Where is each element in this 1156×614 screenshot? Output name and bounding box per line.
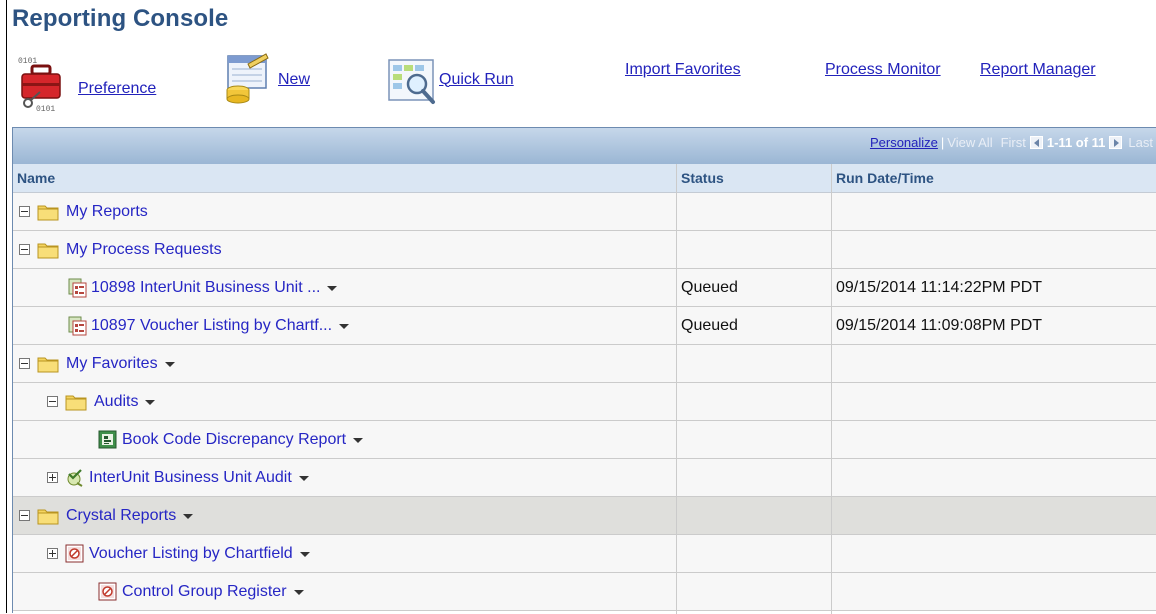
column-header-run-date: Run Date/Time xyxy=(836,170,934,186)
nav-separator: | xyxy=(940,135,945,150)
tree-row: InterUnit Business Unit Audit xyxy=(13,459,1156,497)
collapse-icon[interactable] xyxy=(19,244,30,255)
tree-row: Book Code Discrepancy Report xyxy=(13,421,1156,459)
tree-row: My Favorites xyxy=(13,345,1156,383)
collapse-icon[interactable] xyxy=(19,510,30,521)
action-menu-icon[interactable] xyxy=(353,438,364,443)
folder-icon xyxy=(37,355,59,373)
tree-node: Book Code Discrepancy Report xyxy=(98,421,364,458)
first-label: First xyxy=(1000,135,1026,150)
tree-row: My Reports xyxy=(13,193,1156,231)
folder-icon xyxy=(37,203,59,221)
tree-node-link[interactable]: My Process Requests xyxy=(66,241,222,259)
folder-icon xyxy=(37,507,59,525)
action-menu-icon[interactable] xyxy=(299,552,310,557)
column-divider-status xyxy=(676,164,677,614)
action-menu-icon[interactable] xyxy=(145,400,156,405)
tree-node: 10897 Voucher Listing by Chartf... xyxy=(68,307,350,344)
next-page-icon xyxy=(1109,136,1123,149)
new-link[interactable]: New xyxy=(278,71,310,89)
quick-run-tool[interactable]: Quick Run xyxy=(387,56,514,111)
column-header-status: Status xyxy=(681,170,724,186)
process-request-icon xyxy=(68,278,87,298)
tree-row: Audits xyxy=(13,383,1156,421)
left-frame-border xyxy=(6,0,7,613)
action-menu-icon[interactable] xyxy=(183,514,194,519)
tree-node: My Favorites xyxy=(19,345,175,382)
tree-node-link[interactable]: Voucher Listing by Chartfield xyxy=(89,545,293,563)
import-favorites-link[interactable]: Import Favorites xyxy=(625,61,741,79)
tree-node: Crystal Reports xyxy=(19,497,194,534)
report-tree-grid: Personalize | View All First 1-11 of 11 … xyxy=(12,127,1156,614)
svg-text:0101: 0101 xyxy=(36,105,55,112)
tree-node-link[interactable]: Crystal Reports xyxy=(66,507,176,525)
audit-icon xyxy=(65,468,85,488)
view-all-link: View All xyxy=(947,135,993,150)
tree-row: Voucher Listing by Chartfield xyxy=(13,535,1156,573)
action-menu-icon[interactable] xyxy=(339,324,350,329)
last-label: Last xyxy=(1128,135,1153,150)
tree-row: My Process Requests xyxy=(13,231,1156,269)
previous-page-icon xyxy=(1029,136,1043,149)
tree-node-link[interactable]: My Reports xyxy=(66,203,148,221)
tree-row: 10898 InterUnit Business Unit ... Queued 0… xyxy=(13,269,1156,307)
action-menu-icon[interactable] xyxy=(164,362,175,367)
expand-icon[interactable] xyxy=(47,472,58,483)
action-menu-icon[interactable] xyxy=(293,590,304,595)
preference-link[interactable]: Preference xyxy=(78,80,156,98)
process-request-icon xyxy=(68,316,87,336)
preference-tool[interactable]: 0101 0101 Preference xyxy=(16,54,156,117)
tree-node-link[interactable]: Book Code Discrepancy Report xyxy=(122,431,346,449)
folder-icon xyxy=(65,393,87,411)
tree-node-link[interactable]: InterUnit Business Unit Audit xyxy=(89,469,292,487)
quick-run-link[interactable]: Quick Run xyxy=(439,71,514,89)
tree-row: 10897 Voucher Listing by Chartf... Queued… xyxy=(13,307,1156,345)
tree-row: Control Group Register xyxy=(13,573,1156,611)
collapse-icon[interactable] xyxy=(47,396,58,407)
row-range: 1-11 of 11 xyxy=(1046,135,1106,150)
status-cell: Queued xyxy=(681,317,738,334)
action-menu-icon[interactable] xyxy=(327,286,338,291)
tree-row: Crystal Reports xyxy=(13,497,1156,535)
grid-header-row: Name Status Run Date/Time xyxy=(13,164,1156,193)
tree-node: 10898 InterUnit Business Unit ... xyxy=(68,269,338,306)
new-tool[interactable]: New xyxy=(222,52,310,109)
collapse-icon[interactable] xyxy=(19,358,30,369)
folder-icon xyxy=(37,241,59,259)
tree-node-link[interactable]: 10897 Voucher Listing by Chartf... xyxy=(91,317,332,335)
tree-node: My Reports xyxy=(19,193,148,230)
column-divider-run-date xyxy=(831,164,832,614)
quick-run-icon[interactable] xyxy=(387,56,439,111)
collapse-icon[interactable] xyxy=(19,206,30,217)
tree-node-link[interactable]: 10898 InterUnit Business Unit ... xyxy=(91,279,320,297)
tree-node: Audits xyxy=(47,383,156,420)
personalize-link[interactable]: Personalize xyxy=(870,135,938,150)
action-menu-icon[interactable] xyxy=(298,476,309,481)
run-date-cell: 09/15/2014 11:09:08PM PDT xyxy=(836,317,1043,334)
status-cell: Queued xyxy=(681,279,738,296)
crystal-report-icon xyxy=(65,544,85,564)
report-manager-link[interactable]: Report Manager xyxy=(980,61,1096,79)
tree-node-link[interactable]: My Favorites xyxy=(66,355,158,373)
process-monitor-link[interactable]: Process Monitor xyxy=(825,61,941,79)
toolbox-icon[interactable]: 0101 0101 xyxy=(16,54,74,117)
new-report-icon[interactable] xyxy=(222,52,278,109)
crystal-report-icon xyxy=(98,582,118,602)
tree-node: My Process Requests xyxy=(19,231,222,268)
column-header-name: Name xyxy=(17,170,56,186)
tree-node-link[interactable]: Audits xyxy=(94,393,138,411)
run-date-cell: 09/15/2014 11:14:22PM PDT xyxy=(836,279,1043,296)
page-title: Reporting Console xyxy=(12,5,229,32)
tree-node-link[interactable]: Control Group Register xyxy=(122,583,287,601)
tree-node: Voucher Listing by Chartfield xyxy=(47,535,310,572)
expand-icon[interactable] xyxy=(47,548,58,559)
report-icon xyxy=(98,430,118,450)
tree-node: Control Group Register xyxy=(98,573,304,610)
tree-node: InterUnit Business Unit Audit xyxy=(47,459,309,496)
grid-navigation-bar: Personalize | View All First 1-11 of 11 … xyxy=(13,128,1156,164)
